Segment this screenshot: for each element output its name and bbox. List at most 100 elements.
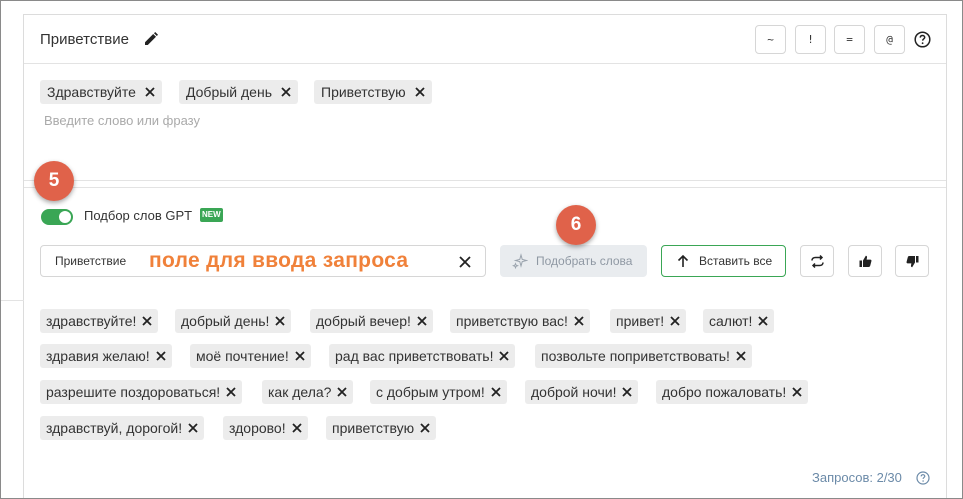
help-icon[interactable] (916, 471, 930, 485)
operator-equals-button[interactable]: = (834, 25, 865, 54)
gpt-suggestion-label: позвольте поприветствовать! (541, 348, 730, 364)
operator-at-button[interactable]: @ (874, 25, 905, 54)
gpt-suggestion-label: здравия желаю! (46, 348, 150, 364)
close-icon[interactable] (758, 316, 769, 326)
gpt-suggestion-chip[interactable]: приветствую (326, 416, 437, 440)
keyword-chip-label: Приветствую (321, 84, 406, 100)
close-icon[interactable] (188, 423, 198, 433)
gpt-suggestion-label: салют! (709, 313, 753, 329)
gpt-suggestion-chip[interactable]: доброй ночи! (525, 380, 639, 404)
regenerate-button[interactable] (800, 245, 834, 277)
close-icon[interactable] (275, 316, 286, 326)
gpt-suggestion-chip[interactable]: как дела? (262, 380, 354, 404)
gpt-suggestion-label: здравствуй, дорогой! (46, 420, 183, 436)
close-icon[interactable] (226, 387, 236, 397)
pick-words-label: Подобрать слова (536, 254, 633, 268)
keyword-chip-label: Здравствуйте (47, 84, 136, 100)
refresh-icon (811, 254, 824, 269)
close-icon[interactable] (622, 387, 633, 397)
close-icon[interactable] (142, 316, 153, 326)
operator-exclamation-button[interactable]: ! (795, 25, 826, 54)
toggle-knob (59, 211, 71, 223)
query-annotation-text: поле для ввода запроса (149, 249, 409, 272)
close-icon[interactable] (417, 316, 427, 326)
close-icon[interactable] (145, 87, 155, 97)
step-badge-6: 6 (556, 205, 596, 245)
gpt-suggestion-chip[interactable]: позвольте поприветствовать! (535, 344, 752, 368)
close-icon[interactable] (499, 351, 510, 361)
gpt-suggestion-label: моё почтение! (196, 348, 289, 364)
close-icon[interactable] (337, 387, 348, 397)
keyword-chip: Добрый день (179, 80, 298, 104)
insert-all-label: Вставить все (699, 254, 773, 268)
new-badge: NEW (200, 208, 223, 222)
gpt-query-input[interactable]: Приветствие поле для ввода запроса (40, 245, 486, 277)
close-icon[interactable] (491, 387, 501, 397)
gpt-suggestion-chip[interactable]: добрый вечер! (310, 309, 433, 333)
thumbs-up-icon (859, 255, 872, 267)
gpt-suggestion-chip[interactable]: салют! (703, 309, 775, 333)
gpt-suggestion-chip[interactable]: привет! (610, 309, 687, 333)
gpt-suggestion-chip[interactable]: здравствуйте! (40, 309, 159, 333)
close-icon[interactable] (295, 351, 305, 361)
gpt-suggestion-label: доброй ночи! (531, 384, 617, 400)
gpt-suggestion-chip[interactable]: здорово! (223, 416, 308, 440)
arrow-up-icon (677, 254, 689, 267)
card-header: Приветствие ~ ! = @ (24, 15, 946, 64)
gpt-suggestion-chip[interactable]: здравствуй, дорогой! (40, 416, 205, 440)
close-icon[interactable] (792, 387, 802, 397)
gpt-suggestion-label: разрешите поздороваться! (46, 384, 221, 400)
gpt-suggestion-label: здорово! (229, 420, 286, 436)
gpt-suggestion-chip[interactable]: рад вас приветствовать! (329, 344, 516, 368)
gpt-suggestion-label: привет! (616, 313, 665, 329)
gpt-suggestion-chip[interactable]: с добрым утром! (370, 380, 507, 404)
gpt-suggestion-label: рад вас приветствовать! (335, 348, 494, 364)
close-icon[interactable] (291, 423, 302, 433)
gpt-suggestion-label: здравствуйте! (46, 313, 137, 329)
requests-counter: Запросов: 2/30 (812, 470, 902, 485)
gpt-toggle-label: Подбор слов GPT (84, 208, 193, 223)
keyword-input-placeholder[interactable]: Введите слово или фразу (44, 113, 200, 128)
gpt-suggestion-chip[interactable]: добрый день! (175, 309, 292, 333)
sparkle-icon (512, 253, 528, 269)
gpt-suggestion-label: добрый день! (181, 313, 270, 329)
gpt-toggle[interactable] (41, 209, 73, 225)
gpt-suggestion-label: добрый вечер! (316, 313, 411, 329)
divider (24, 180, 946, 181)
close-icon[interactable] (414, 87, 425, 97)
gpt-suggestion-chip[interactable]: разрешите поздороваться! (40, 380, 243, 404)
gpt-suggestion-label: как дела? (268, 384, 332, 400)
close-icon[interactable] (281, 87, 291, 97)
gpt-suggestion-chip[interactable]: приветствую вас! (450, 309, 590, 333)
keyword-chip: Здравствуйте (40, 80, 162, 104)
divider (24, 187, 946, 188)
gpt-suggestion-label: с добрым утром! (376, 384, 485, 400)
card-title: Приветствие (40, 31, 129, 48)
gpt-suggestion-chip[interactable]: добро пожаловать! (656, 380, 809, 404)
gpt-suggestion-label: приветствую вас! (456, 313, 568, 329)
close-icon[interactable] (420, 423, 430, 433)
close-icon[interactable] (670, 316, 680, 326)
like-button[interactable] (848, 245, 882, 277)
gpt-suggestion-label: добро пожаловать! (662, 384, 787, 400)
divider (1, 300, 24, 301)
gpt-query-value[interactable]: Приветствие (55, 254, 126, 268)
close-icon[interactable] (155, 351, 166, 361)
keyword-group-card: Приветствие ~ ! = @ Здравствуйте Добрый … (1, 14, 947, 499)
operator-tilde-button[interactable]: ~ (755, 25, 786, 54)
pick-words-button[interactable]: Подобрать слова (500, 245, 647, 277)
help-icon[interactable] (914, 31, 931, 48)
close-icon[interactable] (574, 316, 584, 326)
gpt-suggestion-chip[interactable]: моё почтение! (190, 344, 311, 368)
step-badge-5: 5 (34, 161, 74, 201)
keyword-chip: Приветствую (314, 80, 432, 104)
dislike-button[interactable] (895, 245, 929, 277)
thumbs-down-icon (906, 256, 919, 268)
close-icon[interactable] (736, 351, 746, 361)
gpt-suggestion-label: приветствую (332, 420, 415, 436)
gpt-suggestion-chip[interactable]: здравия желаю! (40, 344, 172, 368)
clear-icon[interactable] (459, 256, 471, 268)
insert-all-button[interactable]: Вставить все (661, 245, 786, 277)
keyword-chip-label: Добрый день (186, 84, 272, 100)
pencil-icon[interactable] (144, 32, 158, 46)
